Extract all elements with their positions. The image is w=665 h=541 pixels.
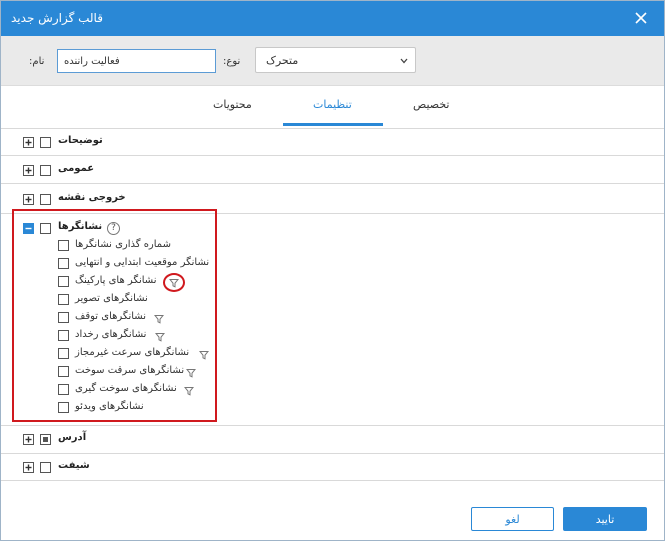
tab-assignment[interactable]: تخصیص [413, 98, 450, 111]
expand-icon[interactable] [23, 137, 34, 148]
section-general: عمومی [1, 155, 664, 183]
section-label: خروجی نقشه [58, 192, 126, 203]
expand-icon[interactable] [23, 434, 34, 445]
template-header-form: :نام :نوع متحرک [1, 36, 664, 86]
cancel-button[interactable]: لغو [471, 507, 554, 531]
dialog-title: قالب گزارش جدید [11, 11, 103, 25]
chevron-down-icon [400, 58, 408, 64]
section-shift: شیفت [1, 453, 664, 481]
section-checkbox[interactable] [40, 462, 51, 473]
section-label: شیفت [58, 460, 90, 471]
expand-icon[interactable] [23, 165, 34, 176]
expand-icon[interactable] [23, 462, 34, 473]
highlight-circle [163, 273, 185, 292]
type-select[interactable]: متحرک [255, 47, 416, 73]
tab-contents[interactable]: محتویات [213, 98, 252, 111]
type-label: :نوع [223, 56, 241, 67]
report-template-dialog: قالب گزارش جدید :نام :نوع متحرک محتویات … [0, 0, 665, 541]
section-checkbox[interactable] [40, 194, 51, 205]
section-label: آدرس [58, 432, 87, 443]
ok-button[interactable]: تایید [563, 507, 647, 531]
section-checkbox[interactable] [40, 165, 51, 176]
highlight-box [12, 209, 217, 422]
section-descriptions: توضیحات [1, 128, 664, 155]
type-select-value: متحرک [266, 54, 299, 67]
tab-bar: محتویات تنظیمات تخصیص [1, 86, 664, 126]
name-label: :نام [29, 56, 45, 67]
active-tab-indicator [283, 123, 383, 126]
section-address: آدرس [1, 425, 664, 453]
expand-icon[interactable] [23, 194, 34, 205]
section-label: عمومی [58, 163, 95, 174]
tab-settings[interactable]: تنظیمات [313, 98, 352, 111]
section-checkbox[interactable] [40, 434, 51, 445]
section-label: توضیحات [58, 135, 103, 146]
section-checkbox[interactable] [40, 137, 51, 148]
dialog-titlebar: قالب گزارش جدید [1, 1, 664, 36]
close-icon[interactable] [632, 9, 650, 27]
name-input[interactable] [57, 49, 216, 73]
